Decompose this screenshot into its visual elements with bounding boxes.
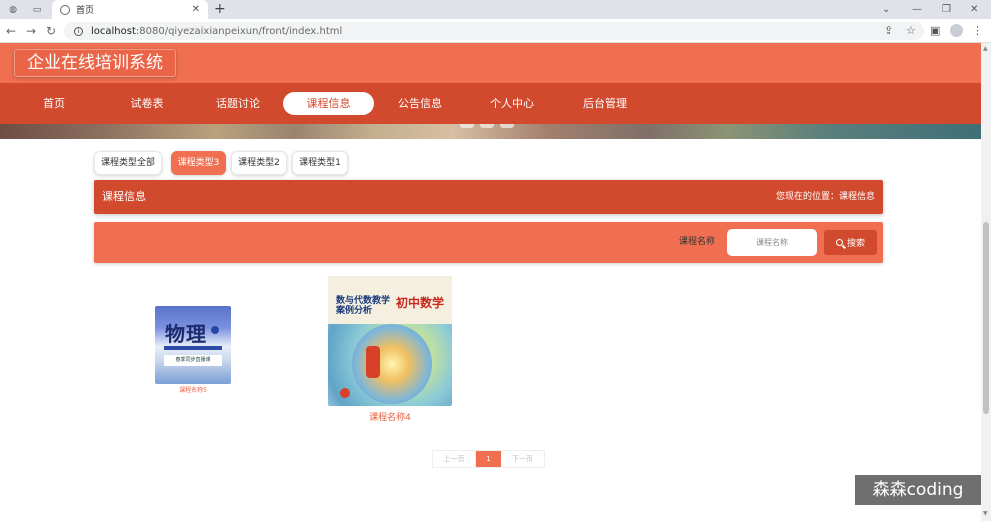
reload-icon[interactable]: ↻	[46, 23, 56, 39]
cover-stripe	[164, 346, 222, 350]
nav-item-discussion[interactable]: 话题讨论	[206, 92, 270, 115]
chevron-down-icon[interactable]: ⌄	[882, 0, 890, 19]
search-icon	[835, 239, 843, 246]
course-name[interactable]: 课程名称4	[328, 410, 452, 423]
nav-item-profile[interactable]: 个人中心	[480, 92, 544, 115]
course-name[interactable]: 课程名称5	[155, 385, 231, 394]
browser-tab-mini[interactable]: ▭	[28, 2, 46, 17]
url-field[interactable]: i localhost:8080/qiyezaixianpeixun/front…	[64, 22, 924, 40]
search-button[interactable]: 搜索	[824, 230, 877, 255]
carousel-dot[interactable]	[500, 124, 514, 128]
browser-favicon-icon[interactable]: ◍	[4, 2, 22, 17]
cover-subtitle: 数与代数教学案例分析	[336, 296, 391, 316]
globe-icon	[60, 4, 70, 15]
cover-title: 物理	[165, 322, 207, 346]
browser-tab-active[interactable]: 首页 ✕	[52, 0, 208, 19]
cover-badge-icon	[211, 326, 219, 334]
info-icon[interactable]: i	[74, 26, 83, 36]
cover-subtitle: 春季同步直播课	[164, 355, 222, 366]
forward-icon[interactable]: →	[26, 23, 36, 39]
close-icon[interactable]: ✕	[192, 4, 200, 15]
scrollbar-thumb[interactable]	[983, 222, 989, 414]
current-page[interactable]: 1	[476, 451, 501, 467]
url-host: localhost	[91, 25, 136, 37]
nav-item-home[interactable]: 首页	[24, 92, 84, 115]
back-icon[interactable]: ←	[6, 23, 16, 39]
scroll-down-icon[interactable]: ▼	[983, 510, 988, 517]
menu-kebab-icon[interactable]: ⋮	[972, 23, 983, 39]
bookmark-star-icon[interactable]: ☆	[906, 23, 916, 39]
restore-icon[interactable]: ❐	[942, 0, 951, 19]
site-header: 企业在线培训系统	[0, 43, 981, 83]
breadcrumb: 您现在的位置：课程信息	[775, 192, 875, 202]
course-cover-image[interactable]: 物理 春季同步直播课	[155, 306, 231, 384]
scroll-up-icon[interactable]: ▲	[983, 45, 988, 52]
cover-figure	[366, 346, 380, 378]
close-window-icon[interactable]: ✕	[970, 0, 978, 19]
category-all[interactable]: 课程类型全部	[94, 151, 162, 175]
section-title-bar: 课程信息 您现在的位置：课程信息	[94, 180, 883, 214]
url-path: :8080/qiyezaixianpeixun/front/index.html	[135, 25, 343, 37]
carousel-dot[interactable]	[460, 124, 474, 128]
category-type-2[interactable]: 课程类型2	[231, 151, 287, 175]
course-cover-image[interactable]: 数与代数教学案例分析 初中数学	[328, 276, 452, 406]
section-title: 课程信息	[102, 190, 146, 203]
share-icon[interactable]: ⇪	[884, 23, 893, 39]
category-type-3[interactable]: 课程类型3	[171, 151, 226, 175]
pagination: 上一页 1 下一页	[432, 450, 545, 468]
next-page-button[interactable]: 下一页	[501, 451, 544, 467]
cover-ball	[340, 388, 350, 398]
carousel-dot[interactable]	[480, 124, 494, 128]
nav-item-notices[interactable]: 公告信息	[388, 92, 452, 115]
sidebar-icon[interactable]: ▣	[930, 23, 940, 39]
search-input[interactable]	[727, 229, 817, 256]
browser-tab-title: 首页	[76, 6, 95, 16]
nav-item-courses[interactable]: 课程信息	[283, 92, 374, 115]
main-nav: 首页 试卷表 话题讨论 课程信息 公告信息 个人中心 后台管理	[0, 83, 981, 124]
minimize-icon[interactable]: —	[912, 0, 922, 19]
search-bar: 课程名称 搜索	[94, 222, 883, 263]
nav-item-admin[interactable]: 后台管理	[573, 92, 637, 115]
watermark: 森森coding	[855, 475, 981, 505]
banner-image	[0, 124, 981, 139]
cover-illustration	[352, 324, 432, 404]
search-label: 课程名称	[679, 237, 716, 247]
search-button-label: 搜索	[846, 239, 865, 249]
site-title[interactable]: 企业在线培训系统	[14, 49, 176, 77]
browser-tab-bar: ◍ ▭ 首页 ✕ + ⌄ — ❐ ✕	[0, 0, 991, 19]
category-type-1[interactable]: 课程类型1	[292, 151, 348, 175]
prev-page-button[interactable]: 上一页	[433, 451, 476, 467]
browser-address-bar: ← → ↻ i localhost:8080/qiyezaixianpeixun…	[0, 19, 991, 43]
new-tab-icon[interactable]: +	[214, 0, 226, 19]
nav-item-exam[interactable]: 试卷表	[116, 92, 178, 115]
cover-title: 初中数学	[396, 296, 445, 310]
profile-avatar[interactable]	[950, 24, 963, 37]
